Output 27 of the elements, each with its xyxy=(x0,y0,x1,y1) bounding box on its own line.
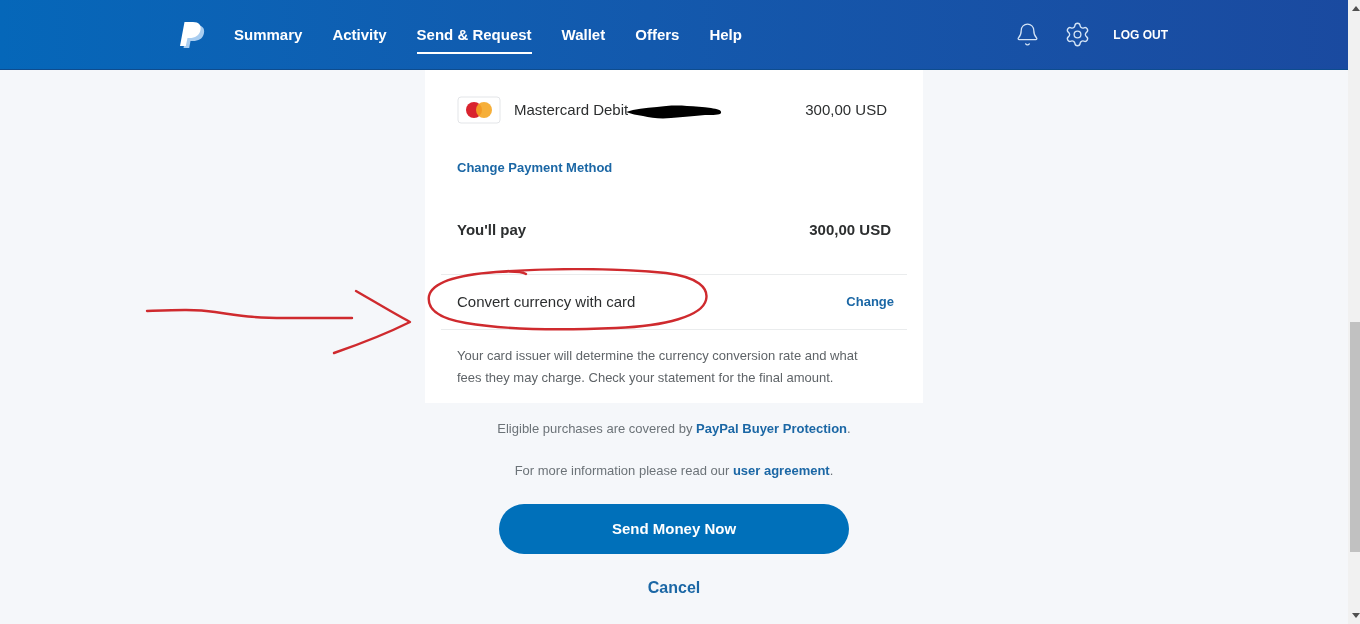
change-conversion-link[interactable]: Change xyxy=(846,292,894,312)
notice-link[interactable]: user agreement xyxy=(732,463,830,478)
change-payment-method-link[interactable]: Change Payment Method xyxy=(457,159,613,177)
nav-tab[interactable]: Summary xyxy=(234,15,303,54)
nav-tab[interactable]: Activity xyxy=(332,15,387,54)
card-amount: 300,00 USD xyxy=(805,99,887,120)
nav-tab[interactable]: Wallet xyxy=(561,15,606,54)
logo-icon[interactable] xyxy=(180,21,205,49)
total-amount: 300,00 USD xyxy=(809,220,891,240)
notice-text: Eligible purchases are covered by PayPal Buyer Protection. xyxy=(497,420,851,438)
notice-link[interactable]: PayPal Buyer Protection xyxy=(696,421,848,436)
card-logo-icon xyxy=(457,96,501,124)
scroll-down-icon[interactable] xyxy=(1351,613,1360,618)
cancel-link[interactable]: Cancel xyxy=(647,577,701,599)
nav-tab[interactable]: Help xyxy=(709,15,742,54)
nav-tab[interactable]: Offers xyxy=(635,15,680,54)
notice-text: For more information please read our user agreement. xyxy=(514,462,834,480)
conversion-note: Your card issuer will determine the currency conversion rate and what fees they may charge. Check your statement for the final amount. xyxy=(457,347,859,387)
total-label: You'll pay xyxy=(457,220,527,240)
nav-tab[interactable]: Send & Request xyxy=(416,15,532,54)
scrollbar-thumb[interactable] xyxy=(1350,322,1360,552)
scroll-up-icon[interactable] xyxy=(1351,6,1360,11)
conversion-label: Convert currency with card xyxy=(457,291,636,312)
send-money-button[interactable]: Send Money Now xyxy=(499,504,849,554)
card-name: Mastercard Debit xyxy=(514,99,629,120)
scrollbar[interactable] xyxy=(1348,0,1360,624)
logout-link[interactable]: LOG OUT xyxy=(1113,25,1168,44)
